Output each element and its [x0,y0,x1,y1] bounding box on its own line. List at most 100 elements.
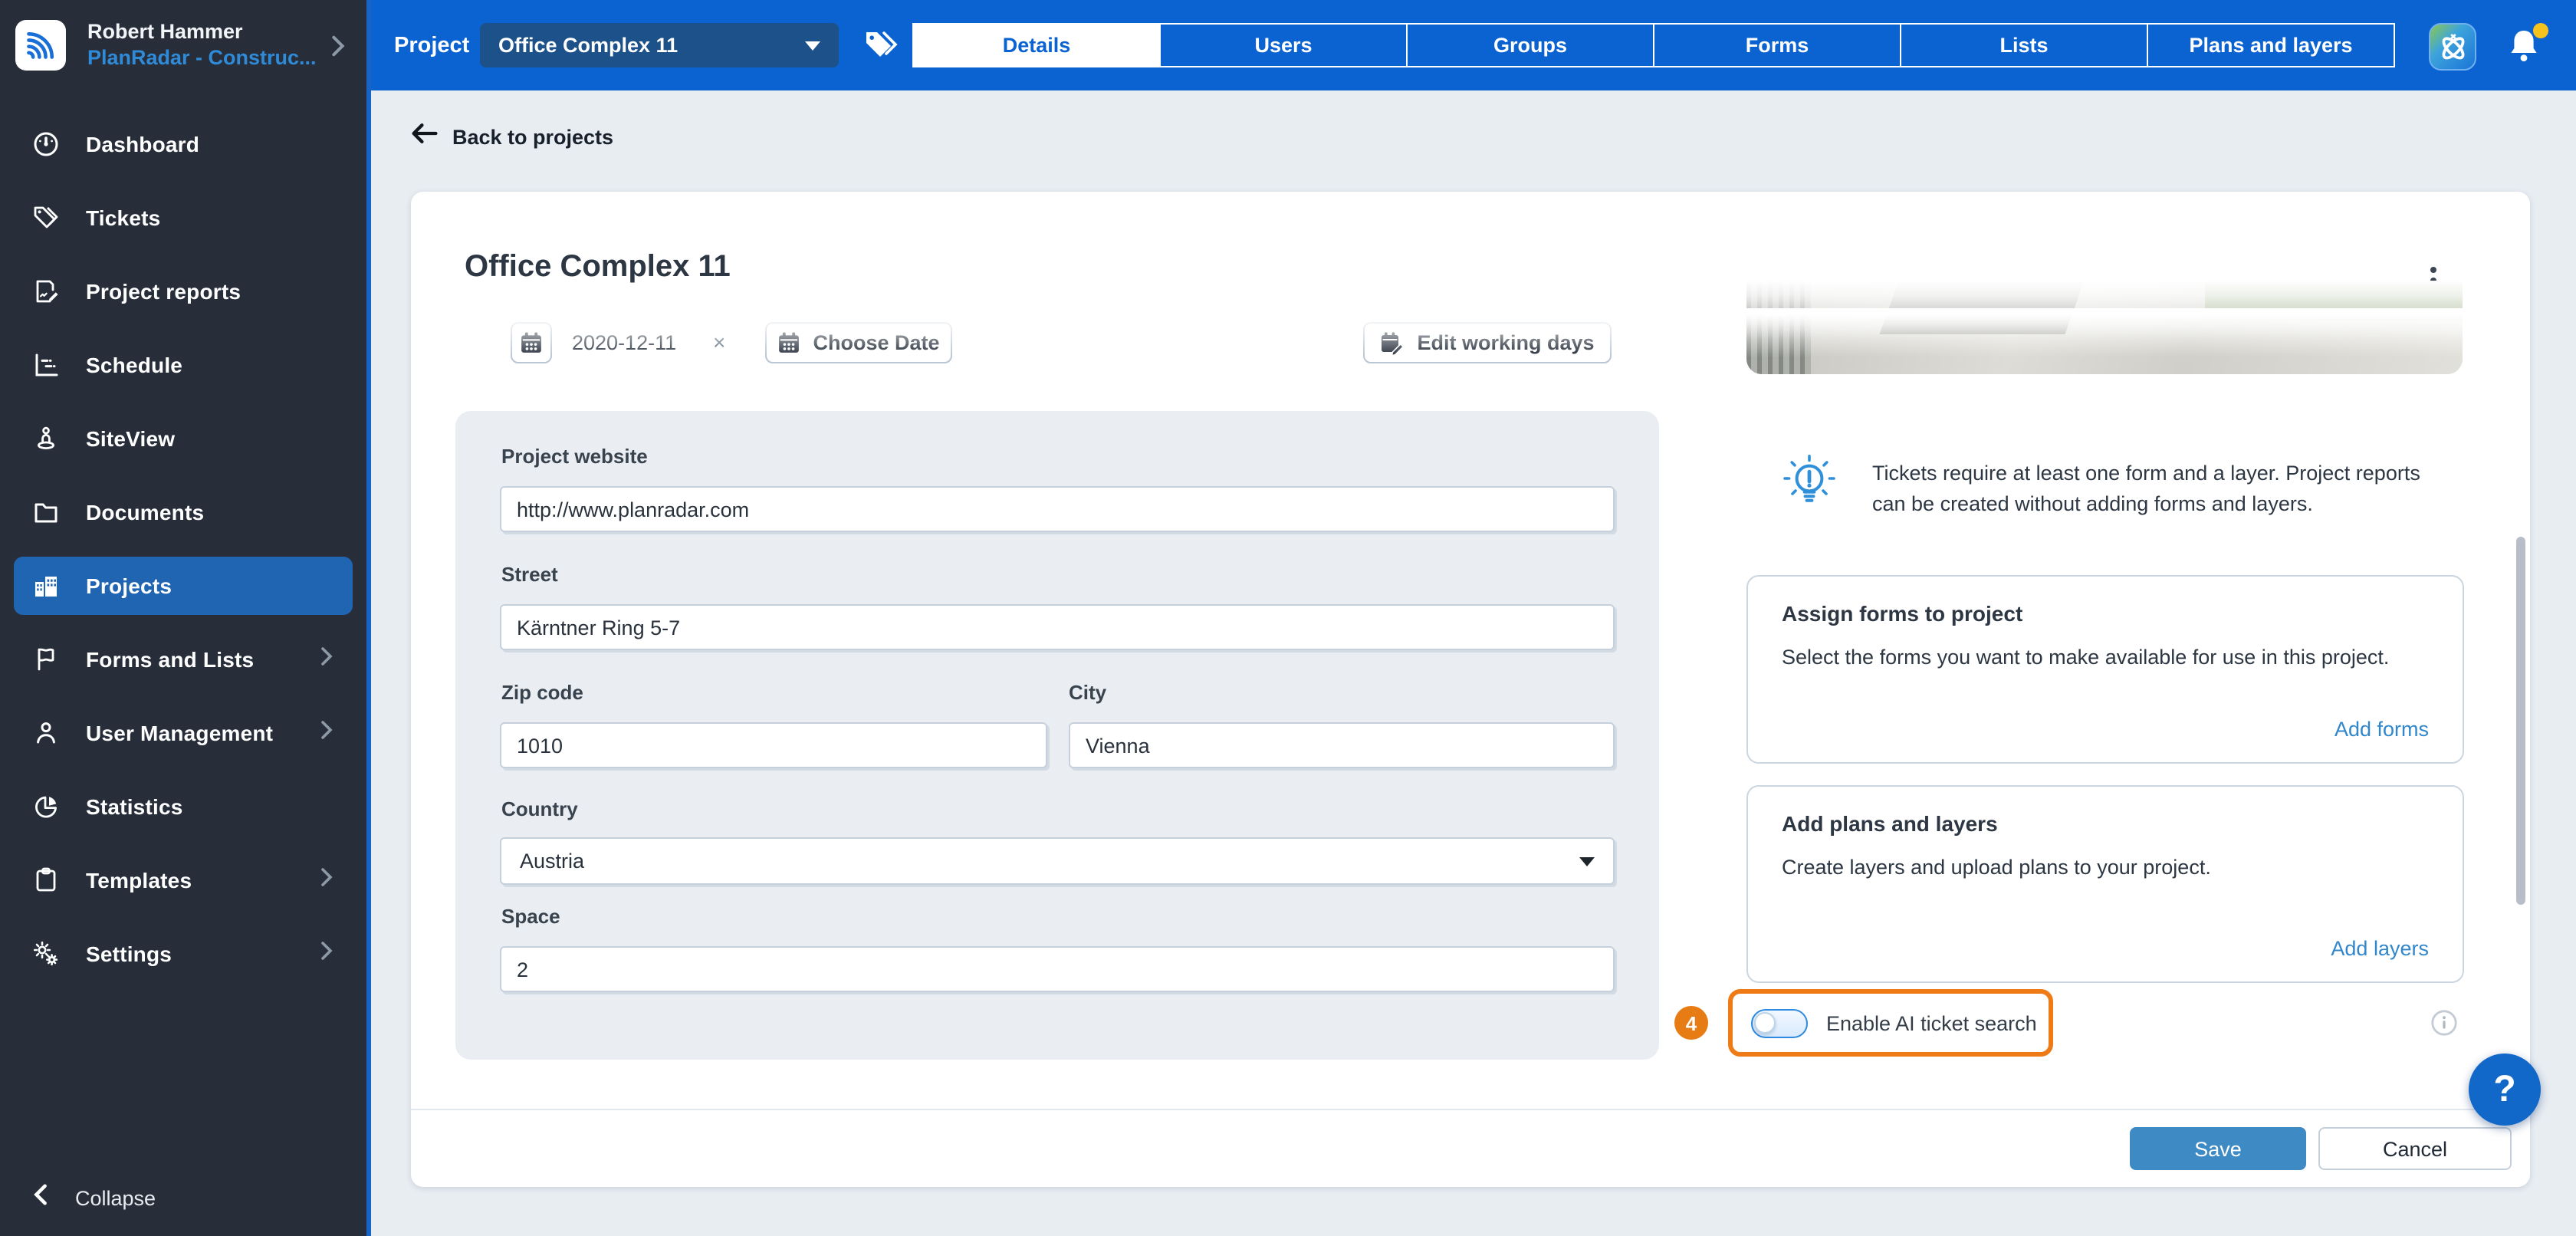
ai-toggle-highlight-box: Enable AI ticket search [1728,989,2053,1057]
notifications-bell-icon[interactable] [2505,26,2545,67]
plans-layers-body: Create layers and upload plans to your p… [1782,856,2426,879]
sidebar-item-label: Project reports [86,279,241,304]
sidebar-collapse-button[interactable]: Collapse [0,1175,366,1221]
sidebar-item-label: Templates [86,868,192,892]
card-title: Office Complex 11 [465,250,731,285]
sidebar-item-label: Projects [86,574,172,598]
sidebar-item-label: SiteView [86,426,175,451]
country-label: Country [501,797,578,820]
tab-plans-and-layers[interactable]: Plans and layers [2147,23,2395,67]
notification-dot [2533,23,2548,38]
ai-toggle-label: Enable AI ticket search [1826,1011,2037,1034]
chevron-left-icon [34,1183,48,1212]
sidebar-item-project-reports[interactable]: Project reports [14,262,353,321]
clear-date-button[interactable]: × [713,322,725,363]
tab-lists[interactable]: Lists [1900,23,2148,67]
tab-forms[interactable]: Forms [1653,23,1901,67]
website-input[interactable] [500,486,1615,532]
chevron-down-icon [805,41,820,50]
flag-icon [31,644,61,675]
street-input[interactable] [500,604,1615,650]
buildings-icon [31,570,61,601]
chevron-right-icon [331,35,345,64]
sidebar-item-tickets[interactable]: Tickets [14,189,353,247]
tags-icon[interactable] [863,29,900,63]
dashboard-icon [31,129,61,159]
zip-input[interactable] [500,722,1047,768]
ai-assistant-icon[interactable] [2429,23,2476,71]
tab-groups[interactable]: Groups [1406,23,1654,67]
sidebar-item-settings[interactable]: Settings [14,925,353,983]
city-input[interactable] [1069,722,1615,768]
user-icon [31,718,61,748]
clipboard-icon [31,865,61,896]
project-label: Project [394,0,469,90]
tip-text: Tickets require at least one form and a … [1872,459,2455,520]
sidebar-item-documents[interactable]: Documents [14,483,353,541]
space-input[interactable] [500,946,1615,992]
project-selector-value: Office Complex 11 [498,34,805,57]
chevron-right-icon [320,940,333,968]
sidebar-item-label: Statistics [86,794,183,819]
street-label: Street [501,563,558,586]
plans-layers-card: Add plans and layers Create layers and u… [1746,785,2464,983]
planradar-logo [15,20,66,71]
sidebar-item-label: Forms and Lists [86,647,254,672]
project-photo [1746,281,2463,374]
plans-layers-title: Add plans and layers [1782,811,1998,836]
user-name: Robert Hammer [87,20,243,43]
sidebar-item-label: User Management [86,721,273,745]
back-arrow-icon [411,123,439,152]
sidebar-item-label: Tickets [86,205,160,230]
sidebar-item-dashboard[interactable]: Dashboard [14,115,353,173]
country-value: Austria [520,850,584,873]
tab-users[interactable]: Users [1159,23,1408,67]
add-layers-link[interactable]: Add layers [2331,937,2429,960]
add-forms-link[interactable]: Add forms [2334,718,2429,741]
folder-icon [31,497,61,528]
city-label: City [1069,681,1106,704]
sidebar-item-forms-and-lists[interactable]: Forms and Lists [14,630,353,689]
zip-label: Zip code [501,681,583,704]
cancel-button[interactable]: Cancel [2318,1127,2512,1170]
choose-date-button[interactable]: Choose Date [765,322,952,363]
sidebar-item-label: Documents [86,500,204,524]
project-details-card: Office Complex 11 2020-12-11 × Choose Da… [411,192,2530,1187]
sidebar-item-schedule[interactable]: Schedule [14,336,353,394]
collapse-label: Collapse [75,1186,156,1209]
sidebar: Robert Hammer PlanRadar - Construc... Da… [0,0,366,1236]
edit-working-days-label: Edit working days [1417,331,1594,354]
footer-divider [411,1109,2530,1110]
account-name: PlanRadar - Construc... [87,46,317,69]
info-icon[interactable] [2430,1009,2458,1037]
lightbulb-icon [1779,452,1840,517]
sidebar-item-label: Settings [86,942,172,966]
sidebar-item-user-management[interactable]: User Management [14,704,353,762]
ai-ticket-search-toggle[interactable] [1751,1008,1808,1037]
save-button[interactable]: Save [2130,1127,2306,1170]
assign-forms-card: Assign forms to project Select the forms… [1746,575,2464,764]
tab-details[interactable]: Details [912,23,1161,67]
help-button[interactable]: ? [2469,1054,2541,1126]
sidebar-item-siteview[interactable]: SiteView [14,409,353,468]
country-select[interactable]: Austria [500,837,1615,885]
siteview-icon [31,423,61,454]
sidebar-item-label: Schedule [86,353,182,377]
sidebar-item-projects[interactable]: Projects [14,557,353,615]
vertical-scrollbar[interactable] [2516,537,2525,905]
step-badge: 4 [1674,1006,1708,1040]
website-label: Project website [501,445,648,468]
ticket-tag-icon [31,202,61,233]
sidebar-item-statistics[interactable]: Statistics [14,777,353,836]
project-tabs: Details Users Groups Forms Lists Plans a… [912,23,2395,67]
back-to-projects-link[interactable]: Back to projects [411,123,613,152]
pie-chart-icon [31,791,61,822]
project-selector[interactable]: Office Complex 11 [480,23,839,67]
sidebar-item-templates[interactable]: Templates [14,851,353,909]
chevron-right-icon [320,646,333,673]
start-date-picker-button[interactable] [511,322,552,363]
chevron-down-icon [1579,856,1595,866]
edit-working-days-button[interactable]: Edit working days [1363,322,1612,363]
gears-icon [31,939,61,969]
account-switcher[interactable]: Robert Hammer PlanRadar - Construc... [0,0,366,95]
